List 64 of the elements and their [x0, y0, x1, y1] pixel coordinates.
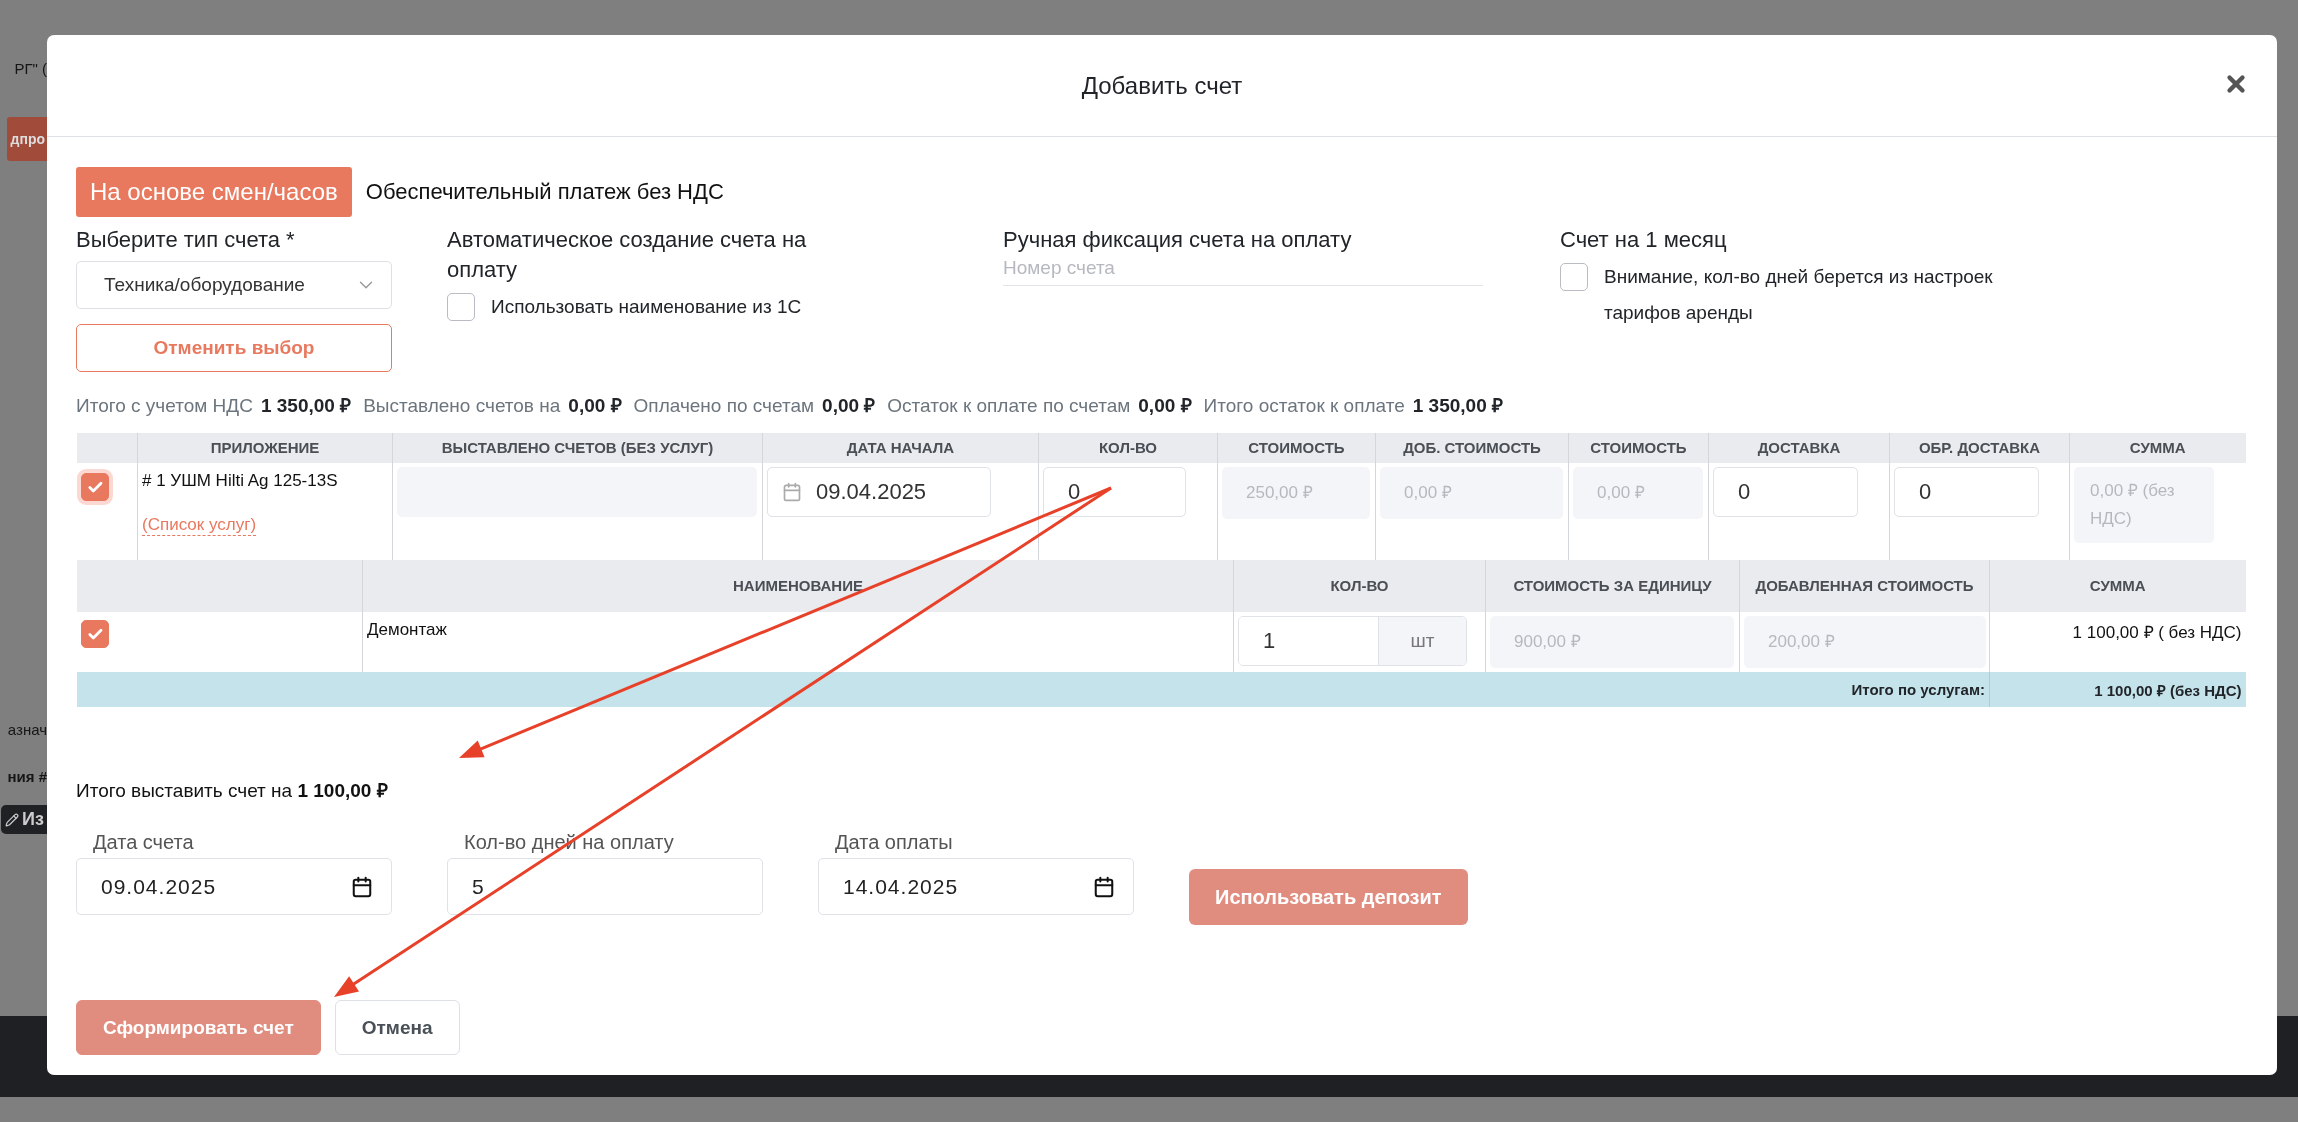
table-cell: # 1 УШМ Hilti Ag 125-13S	[142, 471, 338, 491]
column-header: ВЫСТАВЛЕНО СЧЕТОВ (БЕЗ УСЛУГ)	[392, 433, 763, 463]
date-field[interactable]: 09.04.2025	[76, 858, 392, 915]
cancel-button[interactable]: Отмена	[334, 1000, 460, 1055]
summary-text: Итого с учетом НДС 1 350,00 ₽	[76, 394, 352, 418]
column-header: ДОСТАВКА	[1708, 433, 1890, 463]
disabled-field: 250,00 ₽	[1222, 467, 1370, 519]
disabled-field: 0,00 ₽	[1573, 467, 1703, 519]
column-header: СУММА	[1989, 560, 2246, 612]
field-label: Счет на 1 месяц	[1560, 226, 1728, 254]
field-label: Ручная фиксация счета на оплату	[1003, 226, 1353, 254]
checkbox-label: Внимание, кол-во дней берется из настроек тарифов аренды	[1604, 265, 1994, 325]
column-header: СУММА	[2069, 433, 2246, 463]
summary-text: Оплачено по счетам 0,00 ₽	[633, 394, 876, 418]
pencil-icon	[5, 812, 20, 827]
column-header: ОБР. ДОСТАВКА	[1889, 433, 2070, 463]
column-header: ДОБ. СТОИМОСТЬ	[1375, 433, 1569, 463]
column-header: НАИМЕНОВАНИЕ	[362, 560, 1234, 612]
quantity-input[interactable]: 0	[1043, 467, 1186, 517]
field-label: Автоматическое создание счета на оплату	[447, 226, 808, 284]
field-label: Дата счета	[92, 831, 195, 854]
column-header: СТОИМОСТЬ	[1568, 433, 1709, 463]
column-header: СТОИМОСТЬ	[1217, 433, 1376, 463]
column-header: СТОИМОСТЬ ЗА ЕДИНИЦУ	[1485, 560, 1740, 612]
summary-text: Итого остаток к оплате 1 350,00 ₽	[1203, 394, 1503, 418]
disabled-field: 0,00 ₽ (без НДС)	[2074, 467, 2214, 543]
date-field[interactable]: 09.04.2025	[767, 467, 991, 517]
table-cell: Демонтаж	[367, 620, 447, 640]
summary-text: Выставлено счетов на 0,00 ₽	[363, 394, 622, 418]
checkbox[interactable]	[447, 293, 475, 321]
calendar-icon	[782, 482, 802, 502]
quantity-field[interactable]: 1 шт	[1238, 616, 1467, 666]
date-field[interactable]: 14.04.2025	[818, 858, 1134, 915]
select-field[interactable]: Техника/оборудование	[76, 261, 392, 309]
disabled-field: 200,00 ₽	[1744, 616, 1986, 668]
column-header: ПРИЛОЖЕНИЕ	[137, 433, 393, 463]
background-text: азнач	[7, 721, 47, 738]
calendar-icon	[351, 875, 373, 898]
delivery-input[interactable]: 0	[1713, 467, 1858, 517]
invoice-total: Итого выставить счет на 1 100,00 ₽	[76, 779, 389, 803]
disabled-field: 0,00 ₽	[1380, 467, 1563, 519]
background-badge[interactable]: Из	[1, 805, 47, 834]
disabled-field: 900,00 ₽	[1490, 616, 1734, 668]
number-field[interactable]: 5	[447, 858, 763, 915]
background-text: РГ" (	[14, 60, 47, 77]
total-label: Итого по услугам:	[76, 672, 1990, 707]
table-cell-text: 1 100,00 ₽ ( без НДС)	[2072, 622, 2242, 643]
mode-note: Обеспечительный платеж без НДС	[365, 179, 724, 205]
calendar-icon	[1093, 875, 1115, 898]
summary-text: Остаток к оплате по счетам 0,00 ₽	[887, 394, 1192, 418]
modal-title: Добавить счет	[1081, 71, 1243, 100]
checkbox-label: Использовать наименование из 1С	[491, 295, 802, 319]
background-button[interactable]: дпро	[6, 117, 47, 161]
checkbox[interactable]	[1560, 263, 1588, 291]
column-header: КОЛ-ВО	[1233, 560, 1486, 612]
background-text: ния #	[7, 768, 47, 785]
return-delivery-input[interactable]: 0	[1894, 467, 2039, 517]
checkbox[interactable]	[81, 620, 109, 648]
total-value: 1 100,00 ₽ (без НДС)	[1989, 672, 2246, 707]
field-label: Выберите тип счета *	[76, 226, 296, 254]
column-header: ДАТА НАЧАЛА	[762, 433, 1039, 463]
column-header: ДОБАВЛЕННАЯ СТОИМОСТЬ	[1739, 560, 1990, 612]
field-label: Дата оплаты	[834, 831, 954, 854]
column-header: КОЛ-ВО	[1038, 433, 1218, 463]
